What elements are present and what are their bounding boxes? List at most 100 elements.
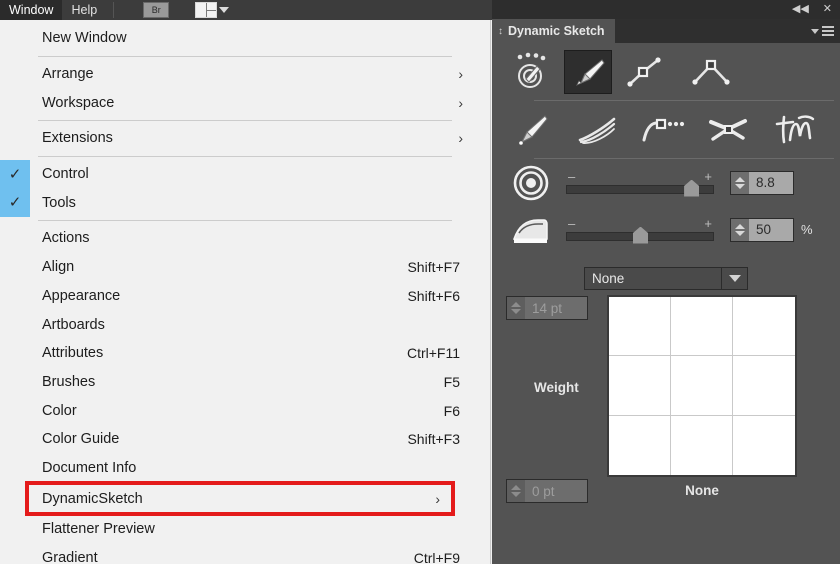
tool-row-primary bbox=[492, 43, 840, 100]
tool-corner-point-tool[interactable] bbox=[678, 48, 744, 96]
weight-max-value[interactable]: 14 pt bbox=[525, 297, 587, 319]
weight-min-spinner[interactable]: 0 pt bbox=[506, 479, 588, 503]
spinner-up-icon[interactable] bbox=[735, 176, 745, 182]
check-icon bbox=[0, 188, 30, 218]
check-slot bbox=[0, 368, 30, 397]
menu-item-label: DynamicSketch bbox=[42, 490, 143, 507]
radius-slider-minus[interactable]: – bbox=[568, 170, 575, 183]
tool-width-scissors-tool[interactable] bbox=[696, 106, 762, 154]
smoothing-spinner-arrows[interactable] bbox=[731, 218, 749, 241]
weight-max-spinner[interactable]: 14 pt bbox=[506, 296, 588, 320]
pen-tool-icon bbox=[576, 58, 605, 86]
spinner-down-icon[interactable] bbox=[735, 230, 745, 236]
tool-draw-pen-tool[interactable] bbox=[498, 106, 564, 154]
weight-max-spinner-arrows[interactable] bbox=[507, 297, 525, 319]
panel-options-icon bbox=[822, 26, 834, 36]
menu-item-dynamicsketch[interactable]: DynamicSketch › bbox=[25, 481, 455, 516]
chevron-down-icon bbox=[219, 7, 230, 13]
grid-cell bbox=[609, 415, 671, 475]
menu-item-extensions[interactable]: Extensions › bbox=[0, 124, 490, 153]
tool-pen-tool[interactable] bbox=[564, 49, 612, 94]
anchor-point-path-tool-icon bbox=[627, 56, 661, 87]
menu-item-gradient[interactable]: Gradient Ctrl+F9 bbox=[0, 544, 490, 564]
menu-item-brushes[interactable]: Brushes F5 bbox=[0, 368, 490, 397]
radius-spinner-arrows[interactable] bbox=[731, 171, 749, 194]
spinner-down-icon[interactable] bbox=[511, 309, 521, 314]
tab-grip-icon: ↕ bbox=[498, 25, 503, 37]
weight-min-spinner-arrows[interactable] bbox=[507, 480, 525, 502]
spinner-up-icon[interactable] bbox=[511, 302, 521, 307]
spinner-up-icon[interactable] bbox=[511, 485, 521, 490]
smoothing-slider[interactable]: – + bbox=[566, 217, 714, 244]
weight-min-value[interactable]: 0 pt bbox=[525, 480, 587, 502]
menu-item-shortcut: Shift+F7 bbox=[407, 259, 460, 276]
menubar-item-help[interactable]: Help bbox=[62, 0, 106, 20]
check-slot bbox=[0, 60, 30, 89]
smoothing-slider-track[interactable] bbox=[566, 226, 714, 244]
menu-item-shortcut: Shift+F6 bbox=[407, 287, 460, 304]
dynamic-sketch-panel: ◀◀ ✕ ↕ Dynamic Sketch – + 8.8 – + 50 % N… bbox=[492, 0, 840, 564]
menu-item-new-window[interactable]: New Window bbox=[0, 24, 490, 53]
menu-item-label: Flattener Preview bbox=[42, 521, 155, 538]
tool-anchor-point-path-tool[interactable] bbox=[612, 48, 678, 96]
menu-item-arrange[interactable]: Arrange › bbox=[0, 60, 490, 89]
style-select-arrow[interactable] bbox=[721, 268, 747, 289]
menu-item-document-info[interactable]: Document Info bbox=[0, 454, 490, 483]
weight-section: 14 pt Weight 0 pt None bbox=[492, 290, 840, 522]
menu-item-workspace[interactable]: Workspace › bbox=[0, 88, 490, 117]
check-slot bbox=[0, 425, 30, 454]
smoothing-value[interactable]: 50 bbox=[749, 218, 793, 241]
arrange-documents-icon bbox=[195, 2, 218, 18]
tool-target-sketch-tool[interactable] bbox=[498, 48, 564, 96]
smoothing-spinner[interactable]: 50 bbox=[730, 217, 794, 242]
spinner-up-icon[interactable] bbox=[735, 223, 745, 229]
smoothing-slider-plus[interactable]: + bbox=[704, 217, 712, 230]
menu-item-align[interactable]: Align Shift+F7 bbox=[0, 253, 490, 282]
tool-multi-stroke-tool[interactable] bbox=[564, 106, 630, 154]
menu-separator bbox=[38, 155, 452, 157]
menubar-item-window[interactable]: Window bbox=[0, 0, 63, 20]
menu-item-color-guide[interactable]: Color Guide Shift+F3 bbox=[0, 425, 490, 454]
menu-item-actions[interactable]: Actions bbox=[0, 224, 490, 253]
tab-dynamic-sketch[interactable]: ↕ Dynamic Sketch bbox=[492, 19, 615, 43]
scribble-tool-icon bbox=[775, 114, 815, 143]
grid-cell bbox=[733, 416, 795, 475]
arrange-documents-button[interactable] bbox=[195, 2, 230, 18]
check-slot bbox=[0, 396, 30, 425]
weight-label: Weight bbox=[534, 380, 579, 395]
radius-spinner[interactable]: 8.8 bbox=[730, 170, 794, 195]
radius-value[interactable]: 8.8 bbox=[749, 171, 793, 194]
radius-slider[interactable]: – + bbox=[566, 170, 714, 197]
menu-item-attributes[interactable]: Attributes Ctrl+F11 bbox=[0, 339, 490, 368]
window-menu-dropdown[interactable]: New Window Arrange › Workspace › Extensions › C… bbox=[0, 20, 491, 564]
smoothing-slider-minus[interactable]: – bbox=[568, 217, 575, 230]
radius-slider-plus[interactable]: + bbox=[704, 170, 712, 183]
menu-item-appearance[interactable]: Appearance Shift+F6 bbox=[0, 282, 490, 311]
menu-separator bbox=[38, 55, 452, 57]
spinner-down-icon[interactable] bbox=[511, 492, 521, 497]
tab-dynamic-sketch-label: Dynamic Sketch bbox=[508, 24, 605, 38]
grid-cell bbox=[609, 297, 671, 357]
menu-item-tools[interactable]: Tools bbox=[0, 188, 490, 218]
app-root: Window Help Br New Window Arrange › Workspa… bbox=[0, 0, 840, 564]
panel-menu-button[interactable] bbox=[614, 19, 840, 43]
style-select[interactable]: None bbox=[584, 267, 748, 290]
grid-cell bbox=[671, 356, 733, 416]
menu-item-control[interactable]: Control bbox=[0, 159, 490, 189]
collapse-panel-icon[interactable]: ◀◀ bbox=[792, 4, 809, 15]
menu-item-flattener-preview[interactable]: Flattener Preview bbox=[0, 515, 490, 544]
check-slot bbox=[0, 339, 30, 368]
menu-item-artboards[interactable]: Artboards bbox=[0, 310, 490, 339]
spinner-down-icon[interactable] bbox=[735, 183, 745, 189]
tool-dotted-path-tool[interactable] bbox=[630, 106, 696, 154]
bridge-button[interactable]: Br bbox=[143, 2, 170, 18]
close-icon[interactable]: ✕ bbox=[823, 4, 832, 15]
weight-preview-grid[interactable] bbox=[607, 295, 797, 477]
tool-scribble-tool[interactable] bbox=[762, 106, 828, 154]
radius-slider-track[interactable] bbox=[566, 179, 714, 197]
check-slot bbox=[0, 124, 30, 153]
check-slot bbox=[0, 224, 30, 253]
menu-item-color[interactable]: Color F6 bbox=[0, 396, 490, 425]
slider-row-radius: – + 8.8 bbox=[492, 159, 840, 206]
menu-item-shortcut: F6 bbox=[443, 402, 460, 419]
